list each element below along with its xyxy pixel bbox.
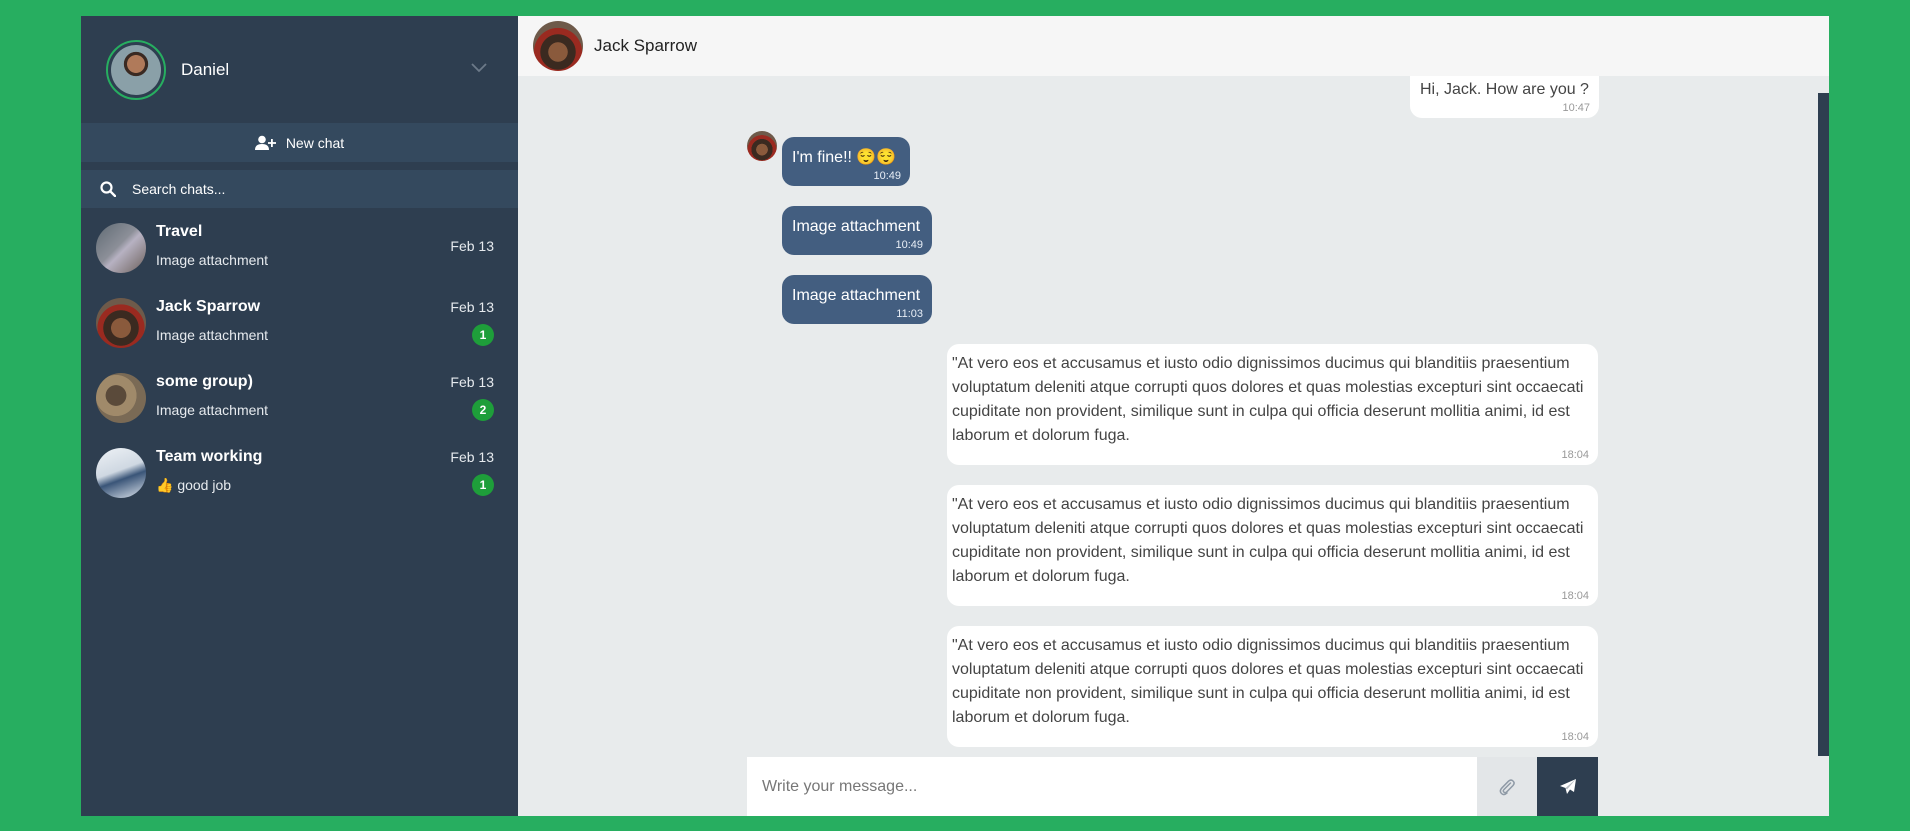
- send-button[interactable]: [1537, 757, 1598, 816]
- search-bar: [81, 170, 518, 208]
- chevron-down-icon[interactable]: [470, 62, 488, 74]
- user-name: Daniel: [181, 59, 230, 79]
- chat-last-message: Image attachment: [156, 402, 269, 418]
- message-time: 10:49: [873, 170, 901, 182]
- chat-avatar: [96, 223, 146, 273]
- attach-button[interactable]: [1477, 757, 1537, 816]
- chat-avatar: [96, 298, 146, 348]
- paper-plane-icon: [1559, 778, 1576, 794]
- chat-avatar: [96, 448, 146, 498]
- unread-badge: 1: [472, 474, 494, 496]
- messages-scrollbar[interactable]: [1818, 93, 1829, 756]
- message-text: Image attachment: [792, 218, 921, 235]
- message-bubble: "At vero eos et accusamus et iusto odio …: [947, 485, 1598, 606]
- user-profile: Daniel: [81, 16, 518, 123]
- message-text: Image attachment: [792, 287, 921, 304]
- message-time: 10:49: [895, 239, 923, 251]
- search-input[interactable]: [132, 181, 492, 197]
- message-text: I'm fine!! 😌😌: [792, 149, 897, 166]
- chat-last-message: Image attachment: [156, 327, 269, 343]
- sidebar: Daniel New chat Travel: [81, 16, 518, 816]
- message-time: 10:47: [1562, 102, 1590, 114]
- conversation-header: Jack Sparrow: [518, 16, 1829, 76]
- sender-avatar: [747, 131, 777, 161]
- message-bubble: Hi, Jack. How are you ? 10:47: [1410, 76, 1599, 118]
- chat-list: Travel Image attachment Feb 13 Jack Spar…: [81, 215, 518, 515]
- chat-name: Travel: [156, 223, 203, 240]
- chat-item-team-working[interactable]: Team working 👍 good job Feb 13 1: [81, 440, 518, 515]
- message-text: Hi, Jack. How are you ?: [1420, 81, 1589, 98]
- message-bubble: Image attachment 11:03: [782, 275, 932, 324]
- paperclip-icon: [1499, 778, 1515, 795]
- user-avatar[interactable]: [106, 39, 166, 100]
- message-time: 18:04: [1561, 731, 1589, 743]
- new-chat-label: New chat: [285, 134, 345, 151]
- message-text: "At vero eos et accusamus et iusto odio …: [952, 355, 1584, 444]
- chat-name: Jack Sparrow: [156, 298, 261, 315]
- contact-name: Jack Sparrow: [594, 36, 697, 55]
- chat-date: Feb 13: [450, 299, 494, 315]
- message-bubble: "At vero eos et accusamus et iusto odio …: [947, 626, 1598, 747]
- message-bubble: "At vero eos et accusamus et iusto odio …: [947, 344, 1598, 465]
- message-time: 11:03: [896, 308, 923, 320]
- chat-date: Feb 13: [450, 238, 494, 254]
- chat-date: Feb 13: [450, 374, 494, 390]
- chat-item-some-group[interactable]: some group) Image attachment Feb 13 2: [81, 365, 518, 440]
- message-composer: [747, 757, 1598, 816]
- chat-item-jack-sparrow[interactable]: Jack Sparrow Image attachment Feb 13 1: [81, 290, 518, 365]
- user-plus-icon: [254, 135, 276, 150]
- chat-name: some group): [156, 373, 253, 390]
- chat-avatar: [96, 373, 146, 423]
- unread-badge: 1: [472, 324, 494, 346]
- message-input[interactable]: [747, 757, 1477, 816]
- chat-app: Daniel New chat Travel: [81, 16, 1829, 816]
- contact-avatar[interactable]: [533, 21, 583, 71]
- message-bubble: I'm fine!! 😌😌 10:49: [782, 137, 910, 186]
- chat-last-message: Image attachment: [156, 252, 269, 268]
- message-text: "At vero eos et accusamus et iusto odio …: [952, 637, 1584, 726]
- conversation-panel: Jack Sparrow Hi, Jack. How are you ? 10:…: [518, 16, 1829, 816]
- message-bubble: Image attachment 10:49: [782, 206, 932, 255]
- chat-last-message: 👍 good job: [156, 477, 232, 493]
- chat-item-travel[interactable]: Travel Image attachment Feb 13: [81, 215, 518, 290]
- chat-name: Team working: [156, 448, 263, 465]
- search-icon: [100, 181, 116, 197]
- message-time: 18:04: [1561, 449, 1589, 461]
- chat-date: Feb 13: [450, 449, 494, 465]
- new-chat-button[interactable]: New chat: [81, 123, 518, 162]
- message-time: 18:04: [1561, 590, 1589, 602]
- unread-badge: 2: [472, 399, 494, 421]
- message-text: "At vero eos et accusamus et iusto odio …: [952, 496, 1584, 585]
